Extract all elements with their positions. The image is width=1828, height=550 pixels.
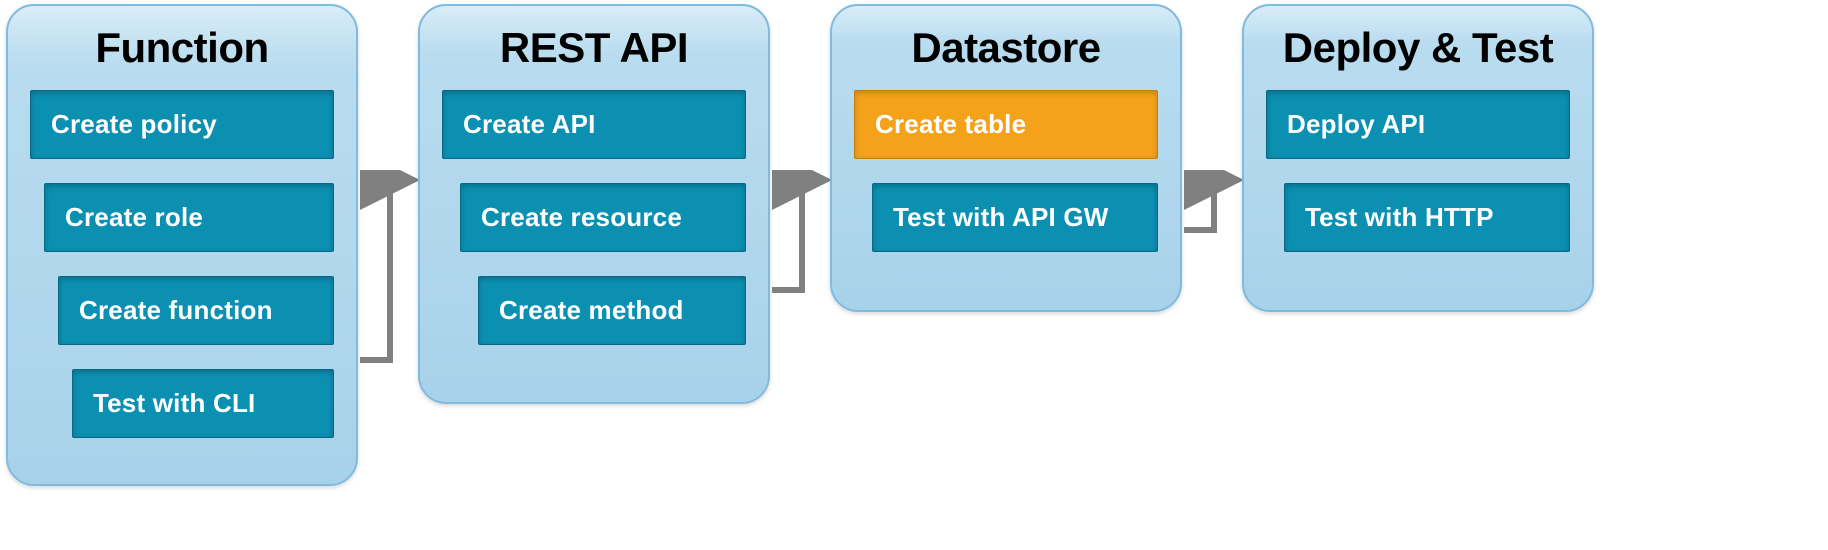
step-create-resource: Create resource — [460, 183, 746, 252]
step-create-function: Create function — [58, 276, 334, 345]
workflow-diagram: Function Create policy Create role Creat… — [0, 0, 1828, 550]
step-deploy-api: Deploy API — [1266, 90, 1570, 159]
step-create-table: Create table — [854, 90, 1158, 159]
card-title-deploy-test: Deploy & Test — [1266, 24, 1570, 72]
step-create-role: Create role — [44, 183, 334, 252]
card-title-rest-api: REST API — [442, 24, 746, 72]
card-rest-api: REST API Create API Create resource Crea… — [418, 4, 770, 404]
step-create-api: Create API — [442, 90, 746, 159]
card-deploy-test: Deploy & Test Deploy API Test with HTTP — [1242, 4, 1594, 312]
step-create-policy: Create policy — [30, 90, 334, 159]
step-create-method: Create method — [478, 276, 746, 345]
card-function: Function Create policy Create role Creat… — [6, 4, 358, 486]
card-title-datastore: Datastore — [854, 24, 1158, 72]
card-title-function: Function — [30, 24, 334, 72]
step-test-with-cli: Test with CLI — [72, 369, 334, 438]
card-datastore: Datastore Create table Test with API GW — [830, 4, 1182, 312]
step-test-with-http: Test with HTTP — [1284, 183, 1570, 252]
step-test-with-api-gw: Test with API GW — [872, 183, 1158, 252]
